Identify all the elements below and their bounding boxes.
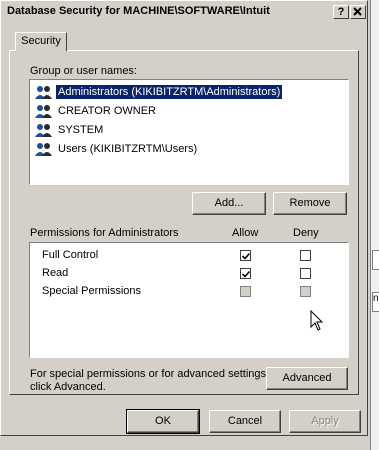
list-item-label: CREATOR OWNER [58, 105, 156, 117]
checkmark-icon [242, 252, 250, 260]
remove-button[interactable]: Remove [273, 192, 347, 215]
help-button[interactable]: ? [333, 5, 349, 19]
users-group-icon [34, 103, 54, 119]
background-field-fragment [372, 250, 379, 270]
full-control-allow-checkbox[interactable] [240, 250, 251, 261]
users-group-icon [34, 84, 54, 100]
deny-column-header: Deny [293, 227, 319, 239]
advanced-hint-line2: click Advanced. [30, 381, 106, 393]
group-user-list[interactable]: Administrators (KIKIBITZRTM\Administrato… [29, 79, 349, 185]
permission-name: Full Control [42, 249, 99, 261]
permission-row-read: Read [42, 267, 68, 283]
background-window-edge [370, 0, 379, 450]
permissions-list: Full Control Read Special Permissions [29, 242, 349, 358]
list-item[interactable]: CREATOR OWNER [34, 102, 344, 120]
read-deny-checkbox[interactable] [300, 268, 311, 279]
read-allow-checkbox[interactable] [240, 268, 251, 279]
permission-row-special: Special Permissions [42, 285, 141, 301]
list-item[interactable]: Administrators (KIKIBITZRTM\Administrato… [34, 83, 344, 101]
close-button[interactable] [350, 5, 366, 19]
list-item-label: Users (KIKIBITZRTM\Users) [58, 143, 198, 155]
tab-security[interactable]: Security [15, 32, 67, 51]
apply-button[interactable]: Apply [289, 410, 361, 433]
list-item[interactable]: Users (KIKIBITZRTM\Users) [34, 140, 344, 158]
advanced-hint-line1: For special permissions or for advanced … [30, 368, 270, 380]
users-group-icon [34, 141, 54, 157]
window-title: Database Security for MACHINE\SOFTWARE\I… [7, 5, 270, 17]
group-list-label: Group or user names: [30, 65, 137, 77]
permissions-label: Permissions for Administrators [30, 227, 179, 239]
ok-button[interactable]: OK [126, 409, 200, 434]
mouse-cursor-icon [310, 310, 324, 331]
cancel-button[interactable]: Cancel [209, 410, 281, 433]
close-icon [353, 7, 362, 16]
permission-name: Read [42, 267, 69, 279]
list-item[interactable]: SYSTEM [34, 121, 344, 139]
add-button[interactable]: Add... [192, 192, 266, 215]
permission-row-full-control: Full Control [42, 249, 98, 265]
full-control-deny-checkbox[interactable] [300, 250, 311, 261]
list-item-label: SYSTEM [58, 124, 104, 136]
list-item-label: Administrators (KIKIBITZRTM\Administrato… [56, 85, 283, 99]
allow-column-header: Allow [232, 227, 259, 239]
permission-name: Special Permissions [42, 285, 142, 297]
special-deny-checkbox [300, 286, 311, 297]
checkmark-icon [242, 270, 250, 278]
users-group-icon [34, 122, 54, 138]
title-bar: Database Security for MACHINE\SOFTWARE\I… [3, 3, 366, 21]
advanced-button[interactable]: Advanced [266, 367, 348, 390]
special-allow-checkbox [240, 286, 251, 297]
background-field-fragment-text: n [372, 292, 379, 312]
security-dialog: Database Security for MACHINE\SOFTWARE\I… [0, 0, 368, 436]
